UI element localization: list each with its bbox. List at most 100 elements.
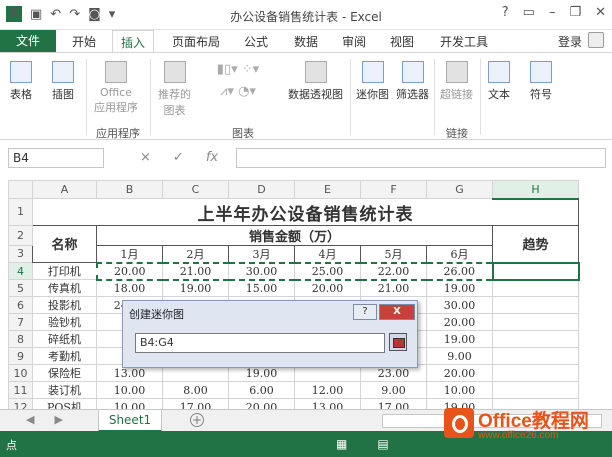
- row-header[interactable]: 6: [8, 296, 33, 314]
- data-cell[interactable]: 验钞机: [32, 313, 97, 331]
- data-cell[interactable]: 30.00: [228, 261, 295, 281]
- column-header-g[interactable]: G: [426, 180, 493, 199]
- row-header[interactable]: 4: [8, 262, 33, 280]
- data-range-input[interactable]: B4:G4: [135, 333, 385, 353]
- tab-formulas[interactable]: 公式: [244, 33, 268, 50]
- tab-home[interactable]: 开始: [72, 33, 96, 50]
- data-cell[interactable]: 打印机: [32, 262, 97, 280]
- data-cell[interactable]: 26.00: [426, 261, 494, 281]
- active-cell[interactable]: [491, 261, 580, 281]
- data-cell[interactable]: 15.00: [228, 279, 295, 297]
- header-sales-cell[interactable]: 销售金额（万）: [96, 224, 493, 246]
- hyperlink-button[interactable]: 超链接: [440, 61, 473, 102]
- data-cell[interactable]: 10.00: [96, 381, 163, 399]
- column-header-c[interactable]: C: [162, 180, 229, 199]
- text-button[interactable]: 文本: [488, 61, 510, 102]
- row-header[interactable]: 5: [8, 279, 33, 297]
- trend-cell[interactable]: [492, 330, 579, 348]
- dialog-help-button[interactable]: ?: [353, 304, 377, 320]
- illustrations-button[interactable]: 插图: [52, 61, 74, 102]
- data-cell[interactable]: 装订机: [32, 381, 97, 399]
- trend-cell[interactable]: [492, 364, 579, 382]
- column-header-e[interactable]: E: [294, 180, 361, 199]
- add-sheet-button[interactable]: +: [190, 413, 204, 427]
- dialog-close-button[interactable]: X: [379, 304, 415, 320]
- data-cell[interactable]: 9.00: [360, 381, 427, 399]
- trend-cell[interactable]: [492, 296, 579, 314]
- tab-insert[interactable]: 插入: [112, 30, 155, 53]
- data-cell[interactable]: 21.00: [360, 279, 427, 297]
- data-cell[interactable]: 8.00: [162, 381, 229, 399]
- data-cell[interactable]: 20.00: [426, 313, 493, 331]
- worksheet-grid[interactable]: A B C D E F G H 1 上半年办公设备销售统计表 2 名称 销售金额…: [8, 180, 580, 416]
- name-box[interactable]: B4: [8, 148, 104, 168]
- month-cell[interactable]: 1月: [96, 244, 163, 263]
- insert-function-icon[interactable]: fx: [206, 150, 218, 165]
- expand-dialog-button[interactable]: [389, 333, 407, 351]
- data-cell[interactable]: 投影机: [32, 296, 97, 314]
- login-link[interactable]: 登录: [558, 33, 582, 50]
- formula-input[interactable]: [236, 148, 606, 168]
- trend-cell[interactable]: [492, 347, 579, 365]
- column-header-d[interactable]: D: [228, 180, 295, 199]
- pivot-chart-button[interactable]: 数据透视图: [288, 61, 343, 102]
- data-cell[interactable]: 考勤机: [32, 347, 97, 365]
- data-cell[interactable]: 19.00: [426, 330, 493, 348]
- tab-file[interactable]: 文件: [0, 30, 56, 52]
- restore-icon[interactable]: ❐: [569, 5, 581, 20]
- tab-view[interactable]: 视图: [390, 33, 414, 50]
- data-cell[interactable]: 20.00: [95, 261, 163, 281]
- data-cell[interactable]: 19.00: [426, 279, 493, 297]
- row-header[interactable]: 9: [8, 347, 33, 365]
- office-apps-button[interactable]: Office 应用程序: [94, 61, 138, 115]
- trend-cell[interactable]: [492, 279, 579, 297]
- tab-review[interactable]: 审阅: [342, 33, 366, 50]
- data-cell[interactable]: 20.00: [426, 364, 493, 382]
- sheet-tab-sheet1[interactable]: Sheet1: [98, 410, 162, 432]
- column-header-b[interactable]: B: [96, 180, 163, 199]
- data-cell[interactable]: 30.00: [426, 296, 493, 314]
- symbol-button[interactable]: 符号: [530, 61, 552, 102]
- minimize-icon[interactable]: –: [549, 5, 556, 20]
- month-cell[interactable]: 2月: [162, 244, 229, 263]
- row-header[interactable]: 7: [8, 313, 33, 331]
- sparkline-button[interactable]: 迷你图: [356, 61, 389, 102]
- data-cell[interactable]: 10.00: [426, 381, 493, 399]
- data-cell[interactable]: 22.00: [360, 261, 427, 281]
- header-trend-cell[interactable]: 趋势: [492, 224, 579, 263]
- enter-icon[interactable]: ✓: [173, 150, 184, 165]
- trend-cell[interactable]: [492, 313, 579, 331]
- page-layout-view-icon[interactable]: ▤: [377, 437, 388, 451]
- normal-view-icon[interactable]: ▦: [336, 437, 347, 451]
- data-cell[interactable]: 保险柜: [32, 364, 97, 382]
- ribbon-display-icon[interactable]: ▭: [523, 5, 535, 20]
- help-icon[interactable]: ?: [502, 5, 509, 20]
- tab-developer[interactable]: 开发工具: [440, 33, 488, 50]
- row-header[interactable]: 11: [8, 381, 33, 399]
- month-cell[interactable]: 5月: [360, 244, 427, 263]
- column-header-f[interactable]: F: [360, 180, 427, 199]
- recommended-charts-button[interactable]: 推荐的 图表: [158, 61, 191, 118]
- table-button[interactable]: 表格: [10, 61, 32, 102]
- filter-button[interactable]: 筛选器: [396, 61, 429, 102]
- month-cell[interactable]: 3月: [228, 244, 295, 263]
- next-sheet-icon[interactable]: ▶: [54, 413, 62, 426]
- row-header[interactable]: 10: [8, 364, 33, 382]
- header-name-cell[interactable]: 名称: [32, 224, 97, 263]
- select-all-corner[interactable]: [8, 180, 33, 199]
- data-cell[interactable]: 18.00: [96, 279, 163, 297]
- prev-sheet-icon[interactable]: ◀: [26, 413, 34, 426]
- month-cell[interactable]: 4月: [294, 244, 361, 263]
- close-icon[interactable]: ✕: [595, 5, 606, 20]
- data-cell[interactable]: 9.00: [426, 347, 493, 365]
- smiley-icon[interactable]: [588, 32, 604, 48]
- month-cell[interactable]: 6月: [426, 244, 493, 263]
- data-cell[interactable]: 传真机: [32, 279, 97, 297]
- data-cell[interactable]: 6.00: [228, 381, 295, 399]
- chart-type-gallery[interactable]: ▮▯▾ ⁘▾ ⩘▾ ◔▾: [198, 59, 278, 103]
- row-header[interactable]: 1: [8, 198, 33, 226]
- data-cell[interactable]: 12.00: [294, 381, 361, 399]
- data-cell[interactable]: 25.00: [294, 261, 361, 281]
- row-header[interactable]: 3: [8, 244, 33, 263]
- sheet-title-cell[interactable]: 上半年办公设备销售统计表: [32, 198, 579, 226]
